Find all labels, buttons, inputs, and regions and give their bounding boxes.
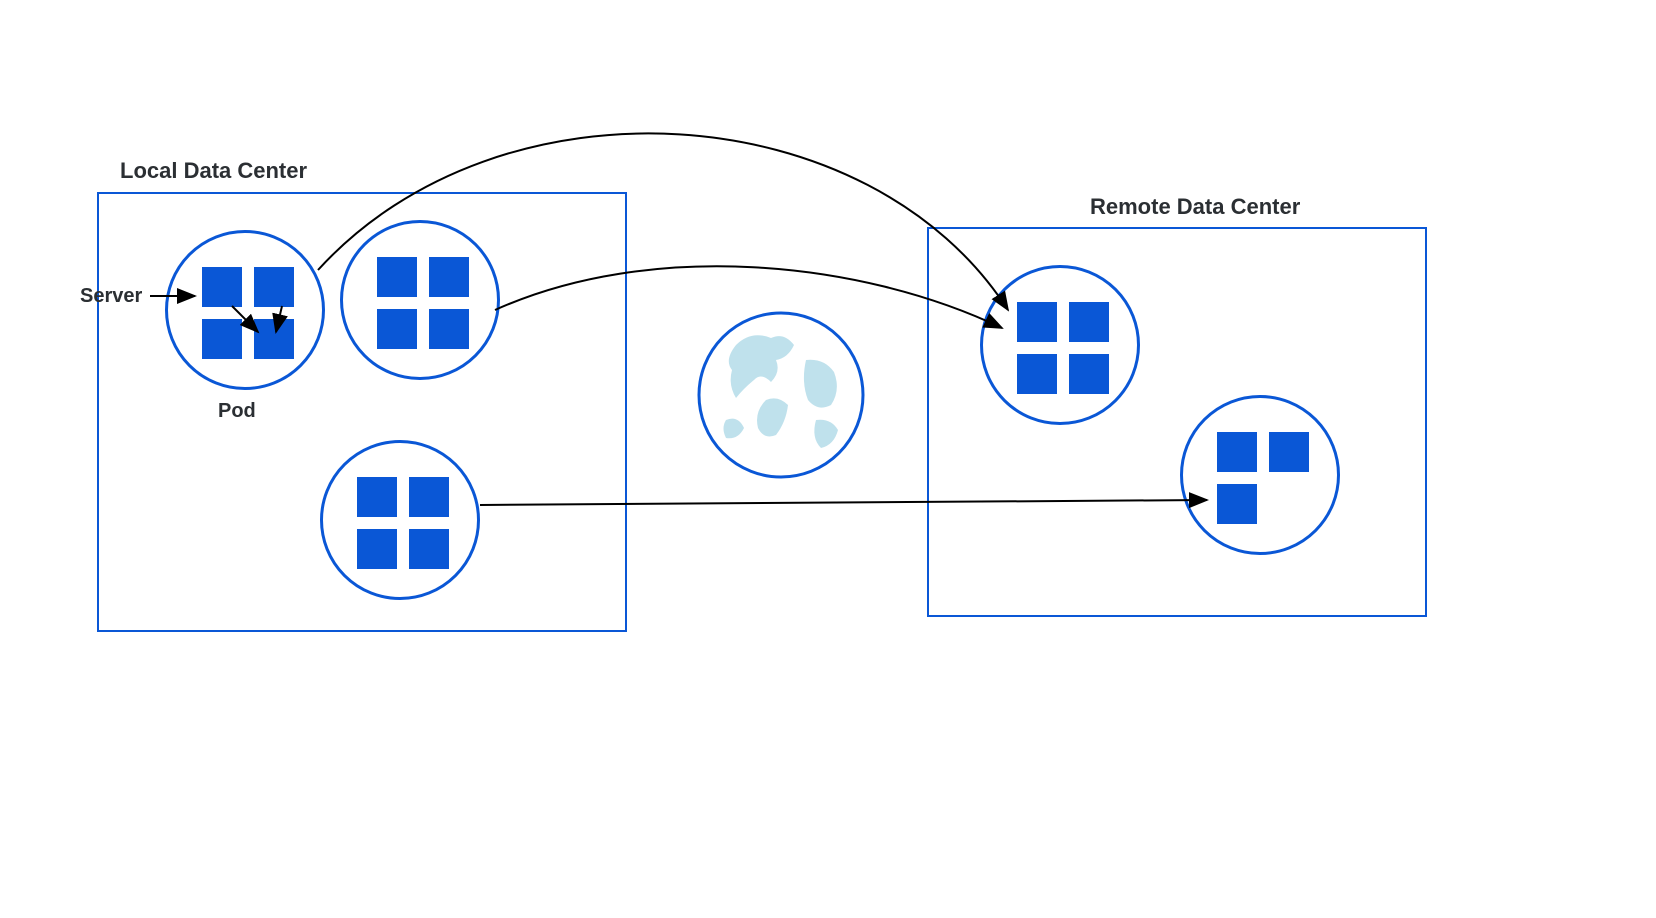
server-label: Server (80, 285, 142, 308)
server-icon (1217, 484, 1257, 524)
server-icon (357, 529, 397, 569)
diagram-stage: Local Data Center Server Pod Remote Data… (0, 0, 1656, 918)
server-icon (357, 477, 397, 517)
local-dc-title: Local Data Center (120, 158, 307, 184)
remote-dc-box (927, 227, 1427, 617)
remote-dc-title: Remote Data Center (1090, 194, 1300, 220)
server-icon (254, 319, 294, 359)
server-icon (202, 267, 242, 307)
server-icon (409, 477, 449, 517)
server-icon (1269, 432, 1309, 472)
server-icon (377, 309, 417, 349)
remote-pod-2 (1180, 395, 1340, 555)
globe-icon (696, 310, 866, 480)
server-icon (429, 309, 469, 349)
local-pod-2 (340, 220, 500, 380)
server-icon (1069, 302, 1109, 342)
server-icon (429, 257, 469, 297)
remote-pod-1 (980, 265, 1140, 425)
server-icon (1217, 432, 1257, 472)
pod-label: Pod (218, 400, 256, 423)
server-icon (409, 529, 449, 569)
server-icon (1017, 354, 1057, 394)
server-icon (254, 267, 294, 307)
server-icon (1017, 302, 1057, 342)
server-icon (202, 319, 242, 359)
local-pod-1 (165, 230, 325, 390)
local-pod-3 (320, 440, 480, 600)
server-icon (377, 257, 417, 297)
server-icon (1069, 354, 1109, 394)
